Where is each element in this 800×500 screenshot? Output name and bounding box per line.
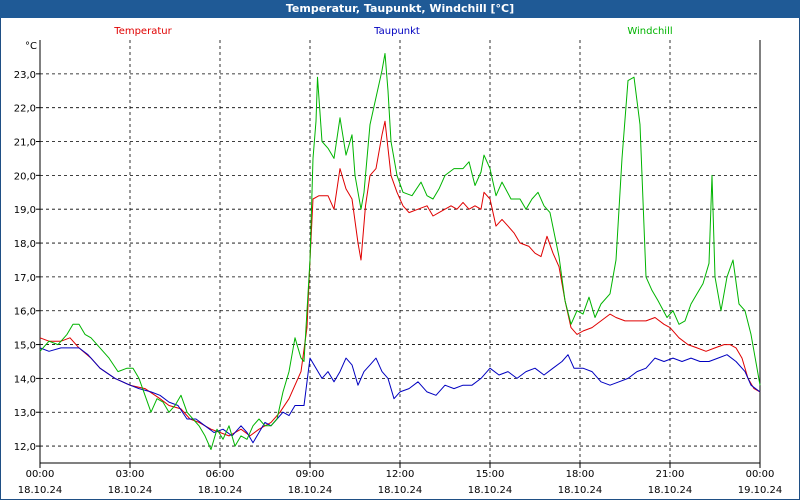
y-tick-label: 15,0	[14, 341, 36, 352]
y-tick-label: 17,0	[14, 273, 36, 284]
y-tick-label: 13,0	[14, 408, 36, 419]
y-tick-label: 18,0	[14, 239, 36, 250]
x-tick-date: 18.10.24	[648, 485, 693, 496]
x-tick-date: 18.10.24	[198, 485, 243, 496]
x-tick-time: 00:00	[26, 469, 55, 480]
line-chart: 12,0 13,0 14,0 15,0 16,0 17,0 18,0 19,0 20,0 21,0…	[14, 26, 783, 496]
x-tick-date: 18.10.24	[108, 485, 153, 496]
x-tick-time: 00:00	[746, 469, 775, 480]
grid-lines	[40, 40, 760, 463]
y-tick-label: 21,0	[14, 138, 36, 149]
x-tick-date: 18.10.24	[288, 485, 333, 496]
x-tick-time: 09:00	[296, 469, 325, 480]
x-tick-time: 06:00	[206, 469, 235, 480]
x-tick-time: 12:00	[386, 469, 415, 480]
x-tick-date: 18.10.24	[558, 485, 603, 496]
y-tick-label: 14,0	[14, 374, 36, 385]
legend-item-taupunkt: Taupunkt	[373, 26, 420, 37]
y-axis-unit: °C	[25, 41, 37, 52]
y-tick-label: 12,0	[14, 442, 36, 453]
legend-item-temperatur: Temperatur	[113, 26, 172, 37]
x-tick-time: 18:00	[566, 469, 595, 480]
x-tick-time: 21:00	[656, 469, 685, 480]
y-tick-label: 20,0	[14, 171, 36, 182]
x-tick-date: 19.10.24	[738, 485, 783, 496]
x-tick-time: 03:00	[116, 469, 145, 480]
legend-item-windchill: Windchill	[627, 26, 672, 37]
x-tick-date: 18.10.24	[378, 485, 423, 496]
y-tick-label: 23,0	[14, 70, 36, 81]
x-tick-labels: 00:00 18.10.24 03:00 18.10.24 06:00 18.10.24 0…	[18, 469, 783, 496]
y-tick-labels: 12,0 13,0 14,0 15,0 16,0 17,0 18,0 19,0 20,0 21,0…	[14, 70, 36, 453]
y-tick-label: 19,0	[14, 205, 36, 216]
x-tick-date: 18.10.24	[468, 485, 513, 496]
legend: Temperatur Taupunkt Windchill	[113, 26, 672, 37]
x-tick-time: 15:00	[476, 469, 505, 480]
y-tick-label: 16,0	[14, 307, 36, 318]
axes	[36, 40, 761, 468]
x-tick-date: 18.10.24	[18, 485, 63, 496]
y-tick-label: 22,0	[14, 104, 36, 115]
